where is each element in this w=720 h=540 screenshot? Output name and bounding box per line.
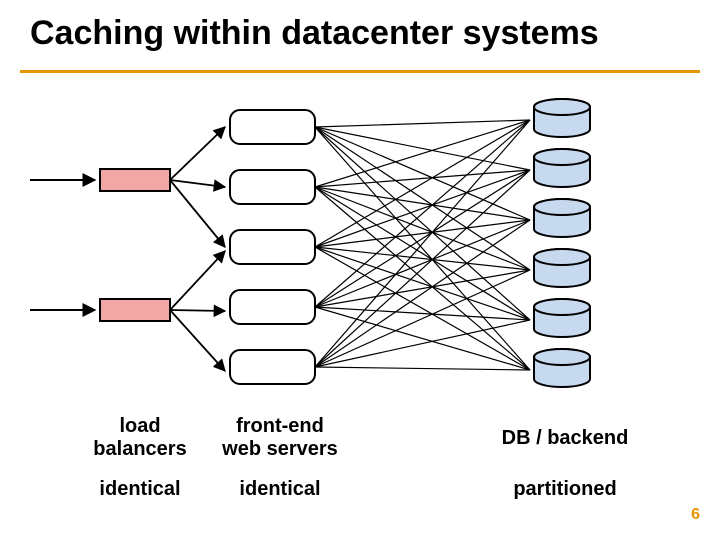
db-cylinder-icon <box>534 99 590 137</box>
web-server-group <box>230 110 315 384</box>
web-server-box <box>230 170 315 204</box>
sublabel-lb: identical <box>60 478 220 501</box>
web-server-box <box>230 290 315 324</box>
slide-number: 6 <box>691 506 700 524</box>
db-cylinder-icon <box>534 199 590 237</box>
label-lb: load balancers <box>60 415 220 461</box>
page-title: Caching within datacenter systems <box>30 14 599 53</box>
label-db: DB / backend <box>475 427 655 450</box>
load-balancer-box <box>100 169 170 191</box>
web-server-box <box>230 350 315 384</box>
db-cylinder-icon <box>534 149 590 187</box>
web-to-db-lines <box>315 120 530 370</box>
sublabel-db: partitioned <box>475 478 655 501</box>
label-web: front-end web servers <box>200 415 360 461</box>
web-server-box <box>230 110 315 144</box>
load-balancer-box <box>100 299 170 321</box>
db-cylinder-icon <box>534 299 590 337</box>
web-server-box <box>230 230 315 264</box>
load-balancer-group <box>100 169 170 321</box>
sublabel-web: identical <box>200 478 360 501</box>
inbound-arrows <box>30 180 95 310</box>
db-cylinder-icon <box>534 349 590 387</box>
lb-to-web-arrows <box>170 127 225 371</box>
architecture-diagram <box>0 80 720 410</box>
title-rule <box>20 70 700 73</box>
db-cylinder-icon <box>534 249 590 287</box>
db-group <box>534 99 590 387</box>
